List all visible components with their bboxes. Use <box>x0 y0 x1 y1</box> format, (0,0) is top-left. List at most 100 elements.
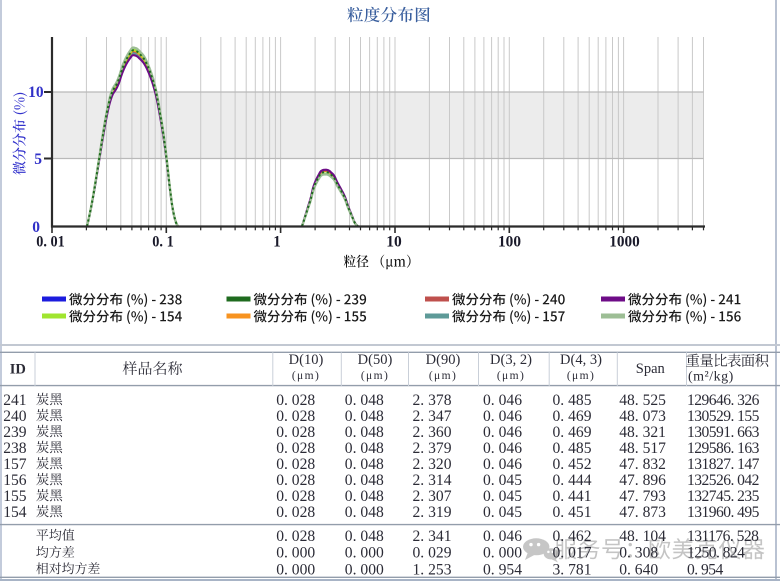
svg-text:0. 048: 0. 048 <box>345 456 384 473</box>
svg-text:0. 048: 0. 048 <box>345 408 384 425</box>
svg-text:130591. 663: 130591. 663 <box>687 424 760 441</box>
svg-text:(μm): (μm) <box>361 370 389 382</box>
svg-text:0. 028: 0. 028 <box>276 424 315 441</box>
svg-text:0. 046: 0. 046 <box>483 528 522 545</box>
svg-text:3. 781: 3. 781 <box>553 561 592 578</box>
svg-text:2. 379: 2. 379 <box>413 440 452 457</box>
svg-text:1: 1 <box>273 234 281 251</box>
svg-text:0. 028: 0. 028 <box>276 456 315 473</box>
svg-text:131960. 495: 131960. 495 <box>687 504 760 521</box>
svg-text:48. 073: 48. 073 <box>619 408 666 425</box>
svg-text:100: 100 <box>498 234 521 251</box>
svg-text:0. 954: 0. 954 <box>687 561 723 578</box>
svg-text:D(10): D(10) <box>289 352 324 368</box>
svg-text:0. 000: 0. 000 <box>345 545 384 562</box>
svg-text:0. 000: 0. 000 <box>276 561 315 578</box>
svg-text:ID: ID <box>10 362 26 378</box>
svg-text:0. 485: 0. 485 <box>553 440 592 457</box>
svg-text:0. 045: 0. 045 <box>483 488 522 505</box>
svg-text:241: 241 <box>3 392 26 409</box>
svg-text:0. 048: 0. 048 <box>345 440 384 457</box>
svg-text:48. 321: 48. 321 <box>619 424 666 441</box>
svg-text:2. 360: 2. 360 <box>413 424 452 441</box>
svg-text:2. 314: 2. 314 <box>413 472 452 489</box>
svg-text:132526. 042: 132526. 042 <box>687 472 759 489</box>
svg-text:0. 046: 0. 046 <box>483 392 522 409</box>
svg-text:131176. 528: 131176. 528 <box>687 528 759 545</box>
svg-text:129646. 326: 129646. 326 <box>687 392 760 409</box>
svg-text:0. 000: 0. 000 <box>345 561 384 578</box>
svg-text:5: 5 <box>34 151 42 168</box>
svg-text:(μm): (μm) <box>429 370 457 382</box>
svg-text:(μm): (μm) <box>292 370 320 382</box>
svg-text:0. 046: 0. 046 <box>483 408 522 425</box>
svg-text:47. 896: 47. 896 <box>619 472 666 489</box>
svg-text:(m²/kg): (m²/kg) <box>688 370 734 385</box>
svg-text:0. 048: 0. 048 <box>345 424 384 441</box>
svg-text:2. 347: 2. 347 <box>413 408 452 425</box>
svg-text:0. 048: 0. 048 <box>345 392 384 409</box>
svg-text:0. 028: 0. 028 <box>276 528 315 545</box>
svg-text:0. 954: 0. 954 <box>483 561 522 578</box>
svg-text:156: 156 <box>3 472 27 489</box>
svg-text:239: 239 <box>3 424 27 441</box>
svg-text:0. 01: 0. 01 <box>36 234 65 251</box>
svg-text:48. 517: 48. 517 <box>619 440 666 457</box>
svg-text:47. 832: 47. 832 <box>619 456 666 473</box>
svg-text:0. 048: 0. 048 <box>345 488 384 505</box>
svg-text:0. 017: 0. 017 <box>553 545 592 562</box>
svg-text:0. 469: 0. 469 <box>553 408 592 425</box>
svg-text:48. 525: 48. 525 <box>619 392 666 409</box>
svg-text:0. 028: 0. 028 <box>276 392 315 409</box>
svg-text:0. 046: 0. 046 <box>483 456 522 473</box>
svg-text:0. 444: 0. 444 <box>553 472 592 489</box>
svg-text:0. 441: 0. 441 <box>553 488 592 505</box>
svg-text:D(3, 2): D(3, 2) <box>490 352 532 368</box>
svg-text:2. 341: 2. 341 <box>413 528 452 545</box>
svg-text:0. 462: 0. 462 <box>553 528 592 545</box>
svg-text:238: 238 <box>3 440 27 457</box>
svg-text:155: 155 <box>3 488 27 505</box>
svg-text:0. 640: 0. 640 <box>619 561 658 578</box>
svg-text:10: 10 <box>386 234 402 251</box>
svg-text:0. 029: 0. 029 <box>413 545 452 562</box>
svg-text:157: 157 <box>3 456 27 473</box>
svg-text:0. 046: 0. 046 <box>483 424 522 441</box>
svg-text:0. 048: 0. 048 <box>345 472 384 489</box>
svg-text:D(4, 3): D(4, 3) <box>560 352 602 368</box>
svg-text:0. 452: 0. 452 <box>553 456 592 473</box>
svg-text:0. 1: 0. 1 <box>152 234 174 251</box>
svg-text:0. 485: 0. 485 <box>553 392 592 409</box>
svg-text:132745. 235: 132745. 235 <box>687 488 760 505</box>
svg-text:47. 873: 47. 873 <box>619 504 666 521</box>
svg-text:2. 378: 2. 378 <box>413 392 452 409</box>
svg-text:0. 000: 0. 000 <box>276 545 315 562</box>
svg-text:Span: Span <box>636 361 666 377</box>
svg-text:0. 000: 0. 000 <box>483 545 522 562</box>
svg-text:D(90): D(90) <box>426 352 461 368</box>
svg-text:48. 104: 48. 104 <box>619 528 666 545</box>
svg-text:10: 10 <box>28 84 44 101</box>
svg-text:240: 240 <box>3 408 27 425</box>
svg-text:0. 028: 0. 028 <box>276 408 315 425</box>
svg-text:1000: 1000 <box>609 234 640 251</box>
svg-text:0. 046: 0. 046 <box>483 440 522 457</box>
svg-text:2. 307: 2. 307 <box>413 488 452 505</box>
svg-text:(μm): (μm) <box>497 370 525 382</box>
svg-text:0. 028: 0. 028 <box>276 504 315 521</box>
svg-text:0. 048: 0. 048 <box>345 528 384 545</box>
svg-text:0. 028: 0. 028 <box>276 488 315 505</box>
svg-text:130529. 155: 130529. 155 <box>687 408 760 425</box>
svg-text:129586. 163: 129586. 163 <box>687 440 760 457</box>
svg-text:131827. 147: 131827. 147 <box>687 456 760 473</box>
svg-text:0. 451: 0. 451 <box>553 504 592 521</box>
svg-text:2. 319: 2. 319 <box>413 504 452 521</box>
svg-text:0. 028: 0. 028 <box>276 472 315 489</box>
svg-text:47. 793: 47. 793 <box>619 488 666 505</box>
svg-text:0. 028: 0. 028 <box>276 440 315 457</box>
svg-text:(μm): (μm) <box>567 370 595 382</box>
svg-text:154: 154 <box>3 504 27 521</box>
svg-text:0. 469: 0. 469 <box>553 424 592 441</box>
svg-text:0. 045: 0. 045 <box>483 504 522 521</box>
svg-text:D(50): D(50) <box>358 352 393 368</box>
